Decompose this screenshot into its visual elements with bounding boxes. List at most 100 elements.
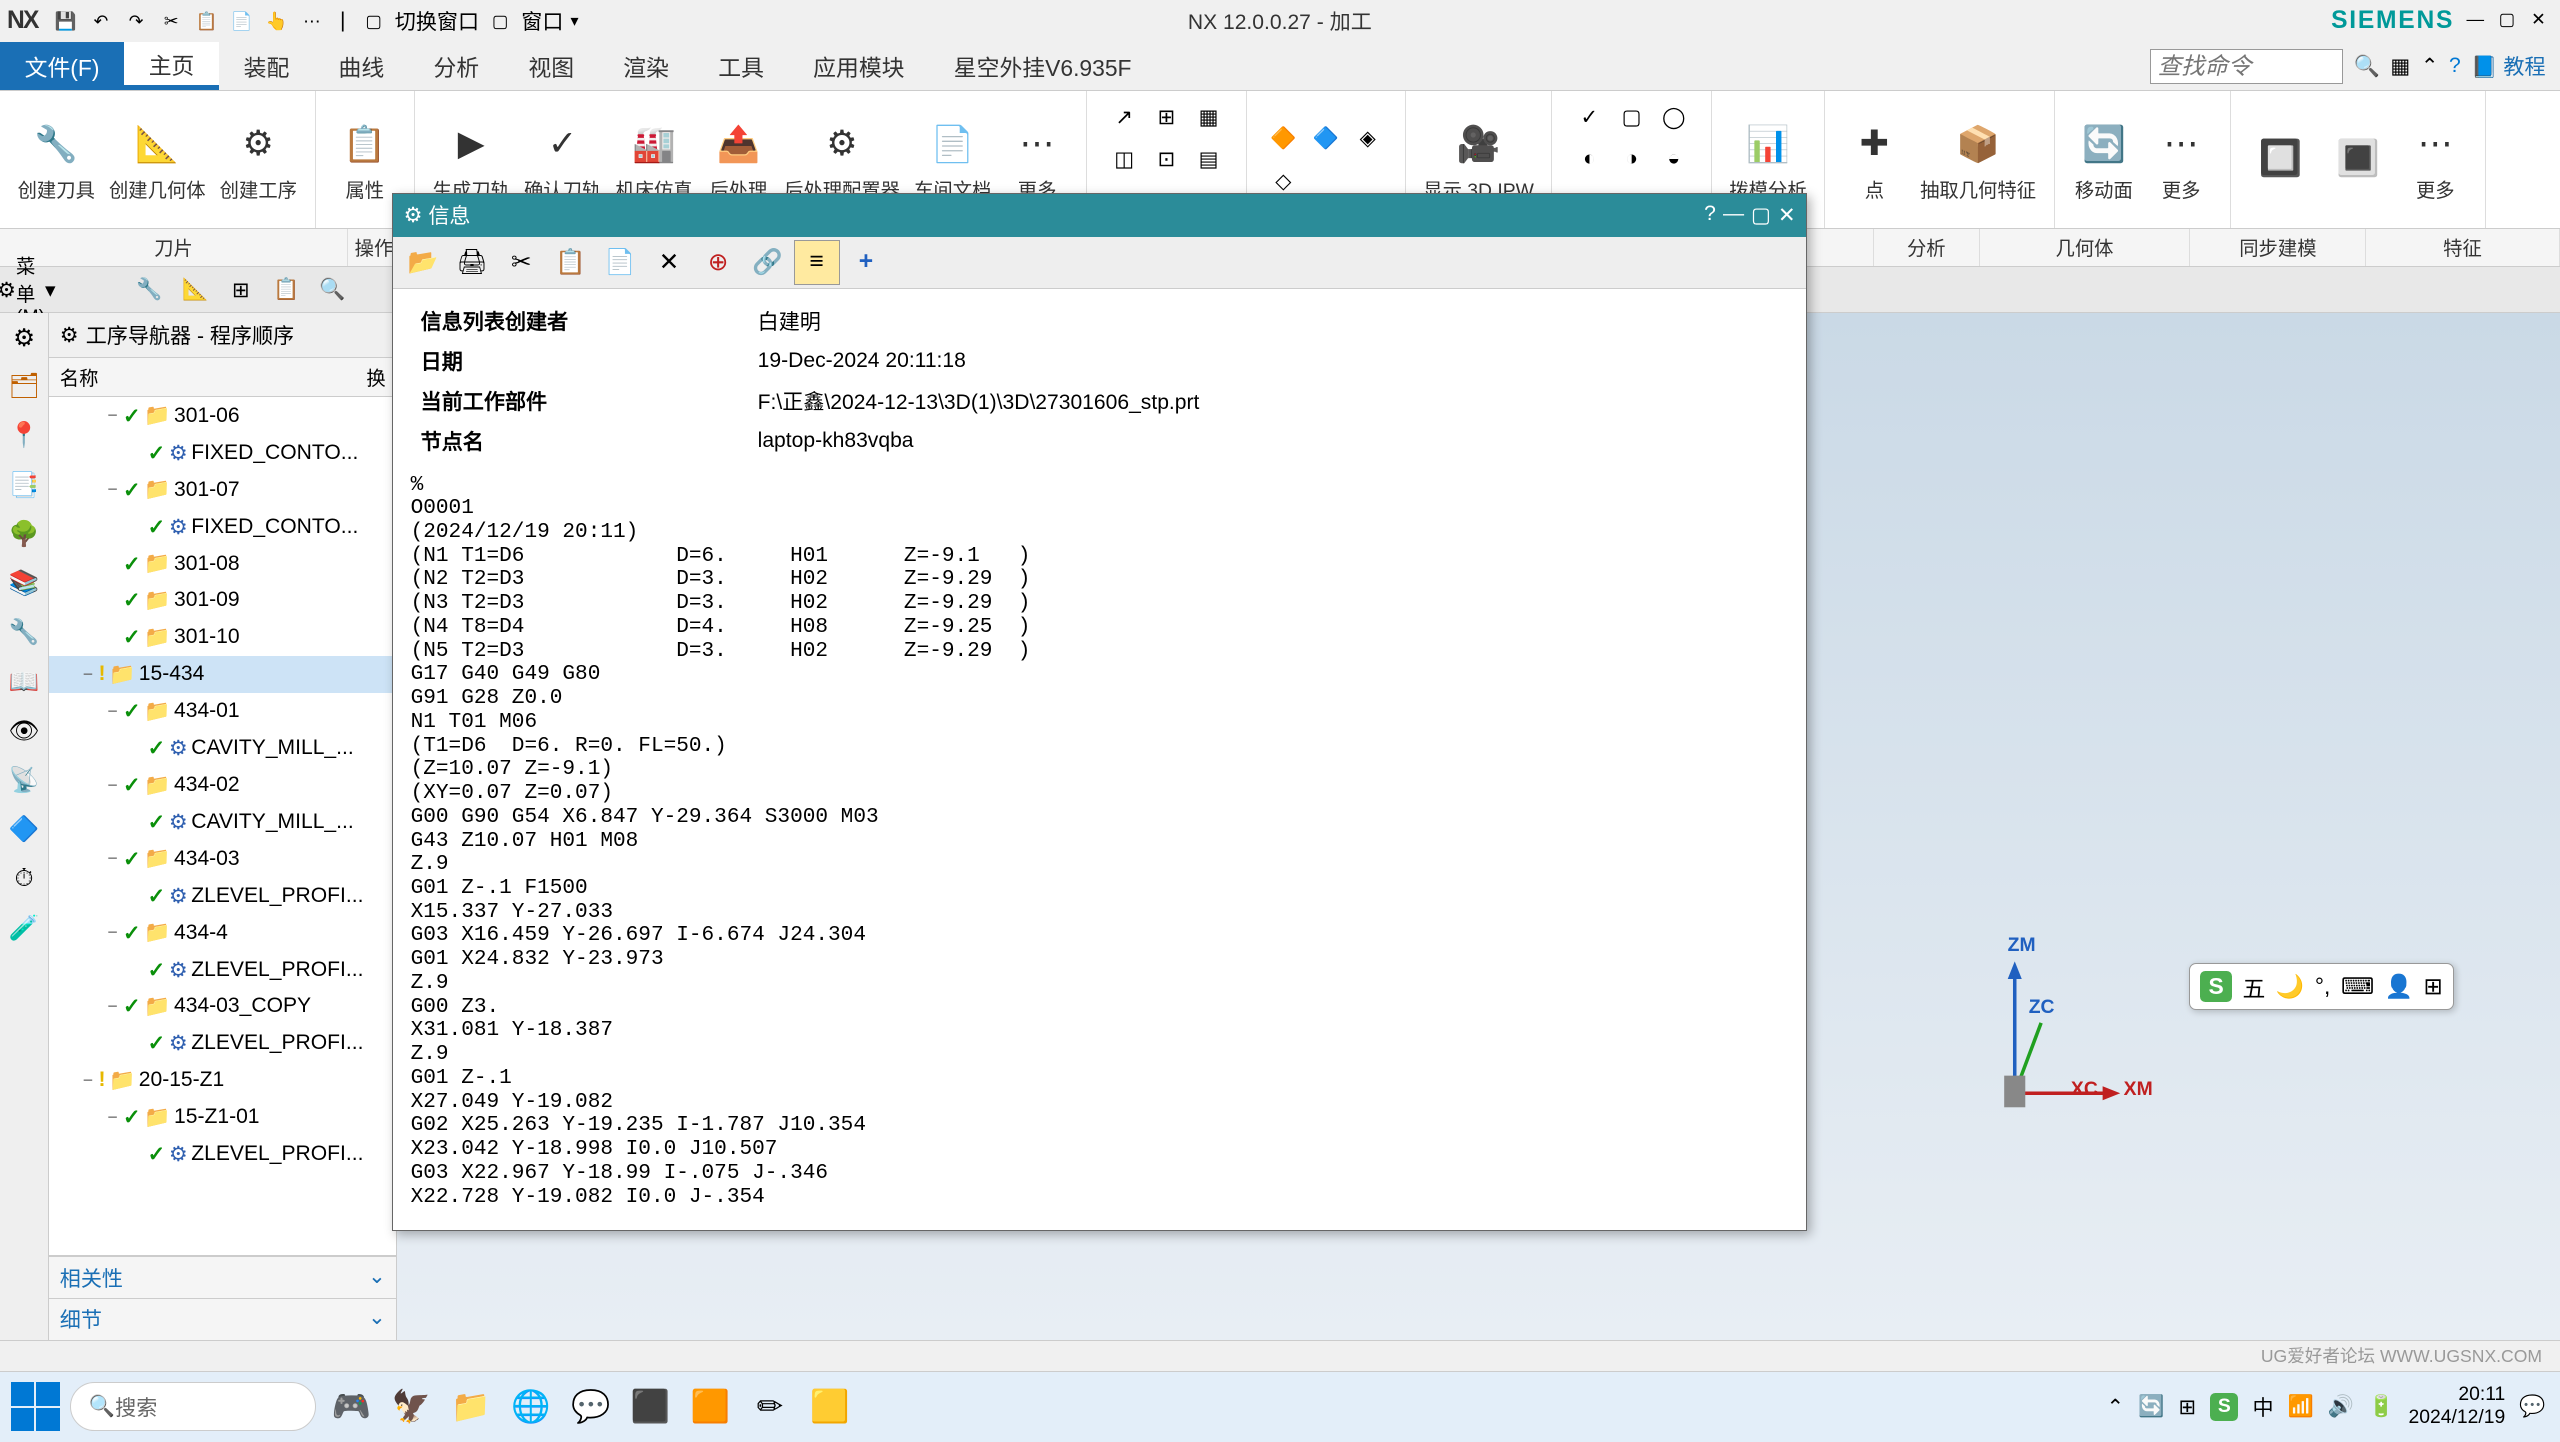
tab-app[interactable]: 应用模块 bbox=[789, 42, 930, 90]
tree-item[interactable]: ✓⚙ZLEVEL_PROFI... bbox=[49, 877, 396, 914]
tree-item[interactable]: −✓📁434-01 bbox=[49, 693, 396, 730]
clock[interactable]: 20:112024/12/19 bbox=[2409, 1384, 2506, 1430]
mini-icon[interactable]: ⊞ bbox=[1147, 98, 1186, 137]
wrap-icon[interactable]: ≡ bbox=[794, 240, 840, 286]
start-button[interactable] bbox=[11, 1382, 60, 1431]
help-icon[interactable]: ? bbox=[1704, 202, 1716, 228]
add-icon[interactable]: + bbox=[843, 240, 889, 286]
tab-render[interactable]: 渲染 bbox=[599, 42, 694, 90]
tree-item[interactable]: ✓⚙CAVITY_MILL_... bbox=[49, 730, 396, 767]
tab-home[interactable]: 主页 bbox=[124, 42, 219, 90]
cut-icon[interactable]: ✂ bbox=[499, 240, 545, 286]
ime-s-icon[interactable]: S bbox=[2200, 971, 2232, 1003]
print-icon[interactable]: 🖨 bbox=[449, 240, 495, 286]
mini-icon[interactable]: ▢ bbox=[1612, 98, 1651, 137]
tree-item[interactable]: −✓📁434-03 bbox=[49, 840, 396, 877]
sync-icon[interactable]: 🔄 bbox=[2138, 1394, 2164, 1419]
mini-icon[interactable]: 🔶 bbox=[1264, 119, 1303, 158]
tree-item[interactable]: −✓📁434-4 bbox=[49, 914, 396, 951]
point-button[interactable]: ✚点 bbox=[1836, 98, 1913, 221]
move-face-button[interactable]: 🔄移动面 bbox=[2065, 98, 2142, 221]
tree-item[interactable]: ✓⚙ZLEVEL_PROFI... bbox=[49, 1025, 396, 1062]
moon-icon[interactable]: 🌙 bbox=[2276, 973, 2304, 1000]
input-icon[interactable]: 中 bbox=[2252, 1392, 2273, 1422]
tree-item[interactable]: ✓⚙CAVITY_MILL_... bbox=[49, 803, 396, 840]
tb-icon[interactable]: ⊞ bbox=[221, 270, 260, 309]
tree-item[interactable]: −✓📁434-03_COPY bbox=[49, 988, 396, 1025]
cube2-icon[interactable]: 🟨 bbox=[805, 1382, 854, 1431]
notification-icon[interactable]: 💬 bbox=[2519, 1394, 2545, 1419]
nav-icon[interactable]: 🔧 bbox=[0, 608, 48, 657]
more-icon[interactable]: ⋯ bbox=[298, 7, 326, 35]
file-menu[interactable]: 文件(F) bbox=[0, 42, 124, 90]
grid-icon[interactable]: ⊞ bbox=[2423, 973, 2442, 1000]
volume-icon[interactable]: 🔊 bbox=[2328, 1394, 2354, 1419]
mini-icon[interactable]: ◈ bbox=[1348, 119, 1387, 158]
more3-button[interactable]: ⋯更多 bbox=[2397, 98, 2474, 221]
mini-icon[interactable]: ✓ bbox=[1570, 98, 1609, 137]
copy-icon[interactable]: 📋 bbox=[192, 7, 220, 35]
related-panel[interactable]: 相关性⌄ bbox=[49, 1256, 396, 1298]
nav-icon[interactable]: 📡 bbox=[0, 756, 48, 805]
delete-icon[interactable]: ✕ bbox=[646, 240, 692, 286]
tab-tools[interactable]: 工具 bbox=[694, 42, 789, 90]
keyboard-icon[interactable]: ⌨ bbox=[2341, 973, 2374, 1000]
tree-item[interactable]: ✓📁301-10 bbox=[49, 619, 396, 656]
person-icon[interactable]: 👤 bbox=[2384, 973, 2412, 1000]
mini-icon[interactable]: ◯ bbox=[1654, 98, 1693, 137]
minimize-icon[interactable]: — bbox=[1723, 202, 1744, 228]
open-icon[interactable]: 📂 bbox=[400, 240, 446, 286]
more2-button[interactable]: ⋯更多 bbox=[2143, 98, 2220, 221]
tree-item[interactable]: −!📁20-15-Z1 bbox=[49, 1062, 396, 1099]
tray-icon[interactable]: ⊞ bbox=[2179, 1394, 2197, 1420]
target-icon[interactable]: ⊕ bbox=[695, 240, 741, 286]
mini-icon[interactable]: ◫ bbox=[1105, 140, 1144, 179]
collapse-icon[interactable]: ⌃ bbox=[2421, 53, 2439, 79]
info-titlebar[interactable]: ⚙ 信息 ? — ▢ ✕ bbox=[393, 194, 1806, 236]
gear-icon[interactable]: ⚙ bbox=[0, 313, 48, 362]
gcode-output[interactable]: % O0001 (2024/12/19 20:11) (N1 T1=D6 D=6… bbox=[411, 474, 1789, 1210]
create-op-button[interactable]: ⚙创建工序 bbox=[213, 98, 304, 221]
tab-curve[interactable]: 曲线 bbox=[314, 42, 409, 90]
nav-icon[interactable]: 📚 bbox=[0, 559, 48, 608]
mini-icon[interactable]: ◐ bbox=[1570, 140, 1609, 179]
create-tool-button[interactable]: 🔧创建刀具 bbox=[11, 98, 102, 221]
create-geom-button[interactable]: 📐创建几何体 bbox=[102, 98, 213, 221]
app-icon[interactable]: ✏ bbox=[745, 1382, 794, 1431]
mini-icon[interactable]: ▤ bbox=[1189, 140, 1228, 179]
maximize-icon[interactable]: ▢ bbox=[2493, 9, 2521, 34]
mini-icon[interactable]: 🔷 bbox=[1306, 119, 1345, 158]
nav-icon[interactable]: 🔷 bbox=[0, 805, 48, 854]
grid-icon[interactable]: ▦ bbox=[2390, 53, 2410, 79]
paste-icon[interactable]: 📄 bbox=[597, 240, 643, 286]
cube-icon[interactable]: 🟧 bbox=[686, 1382, 735, 1431]
nav-icon[interactable]: 🌳 bbox=[0, 510, 48, 559]
chevron-up-icon[interactable]: ⌃ bbox=[2106, 1394, 2124, 1420]
touch-icon[interactable]: 👆 bbox=[263, 7, 291, 35]
switch-window[interactable]: 切换窗口 bbox=[395, 6, 479, 36]
search-icon[interactable]: 🔍 bbox=[2354, 54, 2380, 79]
nav-icon[interactable]: 📑 bbox=[0, 461, 48, 510]
ime-tray-icon[interactable]: S bbox=[2210, 1393, 2238, 1421]
nav-icon[interactable]: 📍 bbox=[0, 411, 48, 460]
battery-icon[interactable]: 🔋 bbox=[2368, 1394, 2394, 1419]
terminal-icon[interactable]: ⬛ bbox=[626, 1382, 675, 1431]
taskbar-search[interactable]: 🔍 搜索 bbox=[70, 1382, 316, 1431]
ime-toolbar[interactable]: S 五 🌙 °, ⌨ 👤 ⊞ bbox=[2189, 963, 2454, 1010]
tab-view[interactable]: 视图 bbox=[504, 42, 599, 90]
tree-item[interactable]: ✓📁301-09 bbox=[49, 582, 396, 619]
tree-item[interactable]: −✓📁434-02 bbox=[49, 767, 396, 804]
close-icon[interactable]: ✕ bbox=[2524, 9, 2552, 34]
tb-icon[interactable]: 🔍 bbox=[313, 270, 352, 309]
cut-icon[interactable]: ✂ bbox=[157, 7, 185, 35]
tb-icon[interactable]: 📐 bbox=[176, 270, 215, 309]
nav-icon[interactable]: 👁 bbox=[0, 707, 48, 756]
tree-item[interactable]: ✓⚙FIXED_CONTO... bbox=[49, 508, 396, 545]
tb-icon[interactable]: 🔧 bbox=[130, 270, 169, 309]
mini-icon[interactable]: ⊡ bbox=[1147, 140, 1186, 179]
tutorial-link[interactable]: 📘 教程 bbox=[2471, 51, 2545, 81]
feat1-button[interactable]: 🔲 bbox=[2242, 98, 2319, 221]
tree-item[interactable]: ✓⚙FIXED_CONTO... bbox=[49, 434, 396, 471]
comma-icon[interactable]: °, bbox=[2315, 973, 2330, 1000]
tab-analysis[interactable]: 分析 bbox=[409, 42, 504, 90]
